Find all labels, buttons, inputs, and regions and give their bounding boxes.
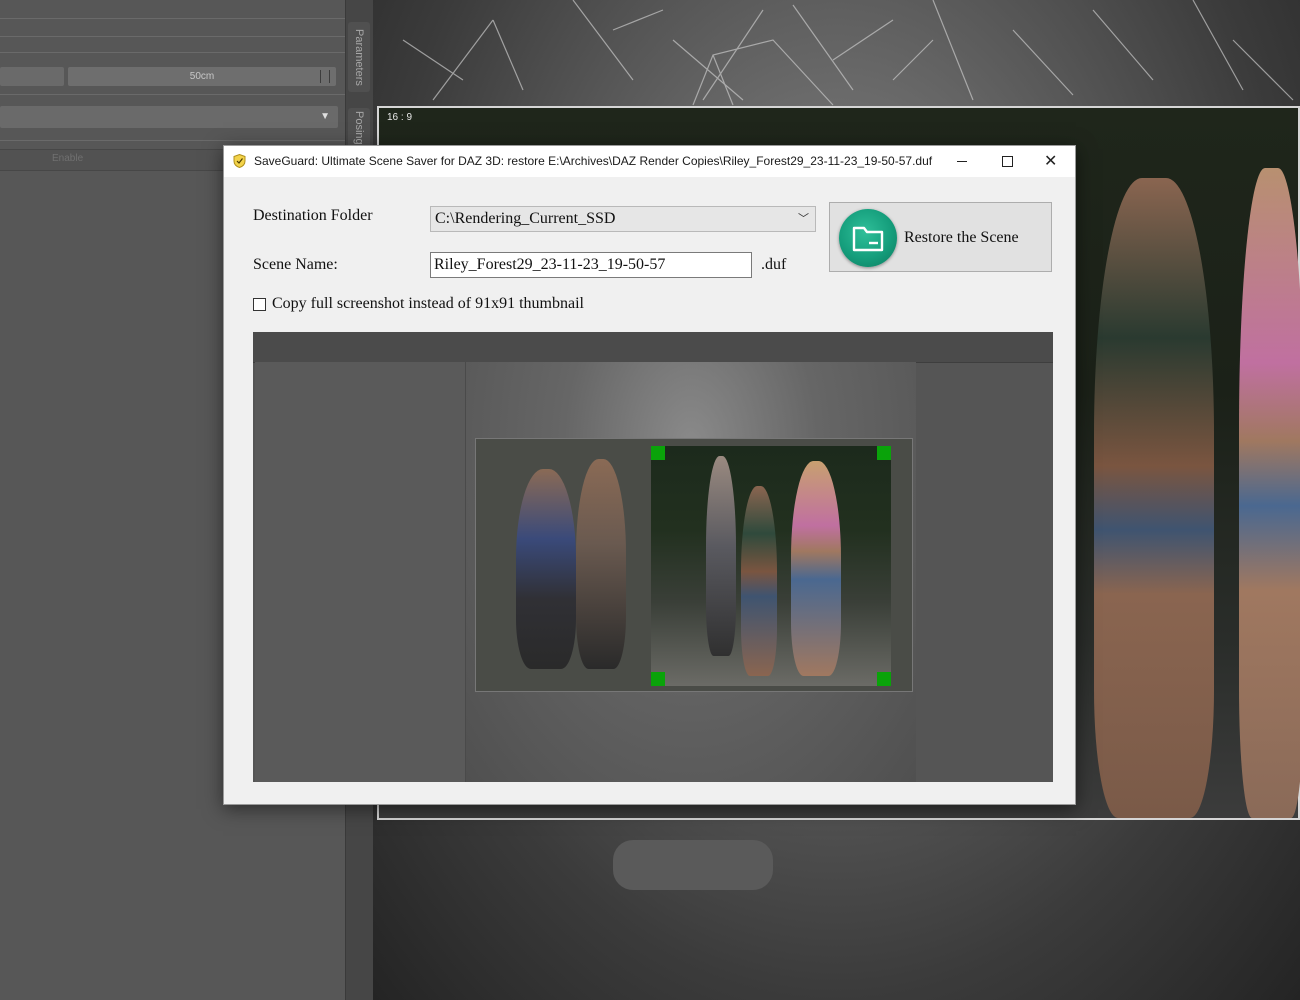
maximize-button[interactable] [985,146,1030,177]
shield-icon [233,154,246,168]
close-icon: ✕ [1044,151,1058,170]
title-bar[interactable]: SaveGuard: Ultimate Scene Saver for DAZ … [224,146,1075,177]
divider [0,36,345,37]
file-extension-label: .duf [761,256,787,273]
minimize-button[interactable] [940,146,985,177]
close-button[interactable]: ✕ [1030,146,1075,177]
folder-icon [839,209,897,267]
minimize-icon [957,161,967,162]
preview-figure [576,459,626,669]
aspect-ratio-label: 16 : 9 [387,112,413,123]
property-label-bar[interactable] [0,67,64,86]
divider [0,94,345,95]
preview-render-image [651,446,891,686]
tab-parameters[interactable]: Parameters [348,22,370,92]
maximize-icon [1002,156,1013,167]
crop-marker [651,446,665,460]
foliage-wireframe [402,0,1294,106]
tab-posing[interactable]: Posing [348,108,370,148]
destination-folder-label: Destination Folder [253,207,373,224]
divider [0,52,345,53]
crop-marker [877,446,891,460]
scene-name-input[interactable] [430,252,752,278]
chevron-down-icon: ﹀ [798,213,809,225]
divider [0,140,345,141]
preview-figure [706,456,736,656]
figure-left [1094,178,1214,818]
divider [0,18,345,19]
preview-toolbar [253,332,1053,363]
preview-figure [741,486,777,676]
preview-figure [516,469,576,669]
figure-right [1239,168,1300,818]
slider-grip[interactable] [320,70,330,83]
window-title: SaveGuard: Ultimate Scene Saver for DAZ … [254,154,933,168]
dropdown-arrow-icon: ▼ [320,111,330,122]
restore-button-label: Restore the Scene [904,229,1019,246]
value-slider[interactable]: 50cm [68,67,336,86]
destination-folder-value: C:\Rendering_Current_SSD [435,210,616,227]
crop-marker [651,672,665,686]
screenshot-preview [253,332,1053,782]
preview-figure [791,461,841,676]
saveguard-dialog: SaveGuard: Ultimate Scene Saver for DAZ … [223,145,1076,805]
crop-marker [877,672,891,686]
destination-folder-select[interactable]: C:\Rendering_Current_SSD ﹀ [430,206,816,232]
scene-name-label: Scene Name: [253,256,338,273]
preview-left-pane [255,362,466,782]
slider-value: 50cm [189,71,215,82]
shoes-silhouette [613,840,773,890]
full-screenshot-checkbox[interactable] [253,298,266,311]
restore-scene-button[interactable]: Restore the Scene [829,202,1052,272]
dropdown[interactable]: ▼ [0,106,338,128]
enable-label: Enable [52,153,84,164]
full-screenshot-checkbox-label[interactable]: Copy full screenshot instead of 91x91 th… [272,295,584,313]
